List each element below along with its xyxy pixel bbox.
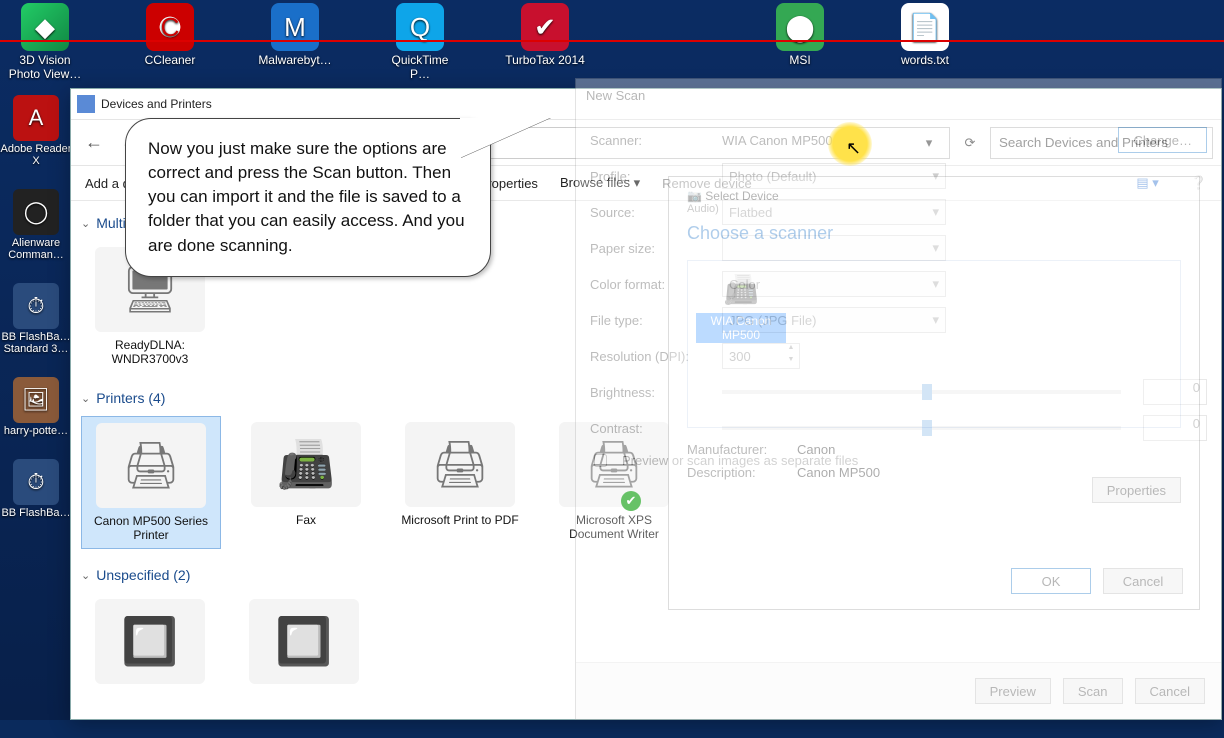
dialog-footer: Preview Scan Cancel [576,662,1221,719]
icon-label: BB FlashBa… Standard 3… [0,331,72,355]
app-icon: ◆ [21,3,69,51]
desktop-icon[interactable]: 🖼 harry-potte… [0,377,72,437]
desktop-icon[interactable]: ⏱ BB FlashBa… [0,459,72,519]
device-label: Canon MP500 Series Printer [86,514,216,542]
scan-button[interactable]: Scan [1063,678,1123,704]
icon-label: BB FlashBa… [0,507,72,519]
desktop-icon[interactable]: AAdobe Reader X [0,95,72,167]
desktop-icon[interactable]: ◯Alienware Comman… [0,189,72,261]
device-item[interactable]: 🔲 [81,593,219,696]
icon-label: TurboTax 2014 [505,53,585,67]
chevron-down-icon: ⌄ [81,569,90,582]
icon-label: Alienware Comman… [0,237,72,261]
ok-button[interactable]: OK [1011,568,1091,594]
preview-button[interactable]: Preview [975,678,1051,704]
desktop-icon[interactable]: ⏱BB FlashBa… Standard 3… [0,283,72,355]
tutorial-text: Now you just make sure the options are c… [148,139,465,255]
icon-label: harry-potte… [0,425,72,437]
icon-label: MSI [789,53,810,67]
scanner-list[interactable]: 📠 WIA Canon MP500 [687,260,1181,428]
audio-hint: Audio) [687,203,1181,215]
printer-item[interactable]: 🖨 Canon MP500 Series Printer [81,416,221,549]
cancel-button[interactable]: Cancel [1135,678,1205,704]
printer-icon: 📠 [251,422,361,507]
icon-label: CCleaner [145,53,196,67]
icon-label: Adobe Reader X [0,143,72,167]
window-title: Devices and Printers [101,97,212,111]
change-button[interactable]: Change… [1118,127,1207,153]
scanner-icon: 📠 [713,269,769,309]
device-icon: 🔲 [95,599,205,684]
device-label: ReadyDLNA: WNDR3700v3 [85,338,215,366]
app-icon: ⏱ [13,283,59,329]
scanner-item-label: WIA Canon MP500 [696,313,786,343]
app-icon: ✔ [521,3,569,51]
dialog-title: Select Device [705,189,778,203]
description-value: Canon MP500 [797,465,880,480]
desktop-icon[interactable]: ⬤ MSI [760,3,840,81]
desktop-icon[interactable]: QQuickTime P… [380,3,460,81]
scanner-value: WIA Canon MP500 [722,133,833,148]
app-icon: Q [396,3,444,51]
device-icon: 🔲 [249,599,359,684]
device-label: Microsoft Print to PDF [395,513,525,527]
app-icon: 🖼 [13,377,59,423]
choose-scanner-heading: Choose a scanner [687,223,1181,244]
properties-button[interactable]: Properties [1092,477,1181,503]
app-icon: C [146,3,194,51]
preview-separate-checkbox[interactable] [594,454,607,467]
printer-icon: 🖨 [96,423,206,508]
manufacturer-value: Canon [797,442,835,457]
desktop-icons-row: ◆3D Vision Photo View… C CCleaner M Malwareb… [0,0,1224,84]
cursor-icon: ↖ [846,138,861,159]
icon-label: 3D Vision Photo View… [5,53,85,81]
back-button[interactable]: ← [79,129,107,157]
app-icon: 📄 [901,3,949,51]
device-item[interactable]: 🔲 [235,593,373,696]
window-icon [77,95,95,113]
desktop-icon[interactable]: C CCleaner [130,3,210,81]
desktop-icon[interactable]: ◆3D Vision Photo View… [5,3,85,81]
printer-item[interactable]: 📠 Fax [237,416,375,549]
desktop-icon[interactable]: M Malwarebyt… [255,3,335,81]
cancel-button[interactable]: Cancel [1103,568,1183,594]
dialog-title[interactable]: New Scan [576,79,1221,111]
icon-label: words.txt [901,53,949,67]
icon-label: QuickTime P… [380,53,460,81]
tutorial-bubble: Now you just make sure the options are c… [125,118,491,277]
device-label: Fax [241,513,371,527]
desktop: ◆3D Vision Photo View… C CCleaner M Malwareb… [0,0,1224,720]
printer-icon: 🖨 [405,422,515,507]
chevron-down-icon: ⌄ [81,392,90,405]
scanner-label: Scanner: [590,133,710,148]
scanner-item[interactable]: 📠 WIA Canon MP500 [696,269,786,343]
app-icon: ⬤ [776,3,824,51]
desktop-icon[interactable]: 📄 words.txt [885,3,965,81]
select-device-dialog: 📷 Select Device Audio) Choose a scanner … [668,176,1200,610]
icon-label: Malwarebyt… [258,53,331,67]
chevron-down-icon: ⌄ [81,217,90,230]
desktop-icons-left: AAdobe Reader X◯Alienware Comman…⏱BB Fla… [0,95,72,519]
app-icon: A [13,95,59,141]
app-icon: M [271,3,319,51]
app-icon: ⏱ [13,459,59,505]
description-label: Description: [687,465,797,480]
decorative-line [0,40,1224,42]
manufacturer-label: Manufacturer: [687,442,797,457]
desktop-icon[interactable]: ✔ TurboTax 2014 [505,3,585,81]
printer-item[interactable]: 🖨 Microsoft Print to PDF [391,416,529,549]
app-icon: ◯ [13,189,59,235]
